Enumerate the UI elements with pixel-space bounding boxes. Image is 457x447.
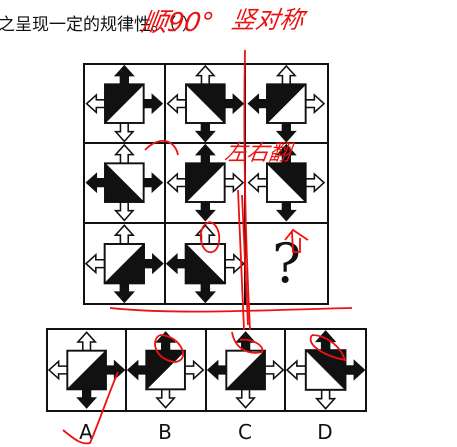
annotation-flip: 左右翻	[222, 141, 293, 166]
arrow-left-filled-icon	[85, 172, 106, 194]
option-d-label[interactable]: D	[310, 420, 340, 444]
figure-svg	[285, 330, 365, 410]
arrow-up-hollow-icon	[113, 223, 135, 245]
arrow-up-filled-icon	[234, 331, 256, 352]
arrow-right-filled-icon	[142, 172, 164, 194]
option-c-figure[interactable]	[206, 330, 286, 410]
figure-svg	[165, 223, 245, 303]
arrow-right-hollow-icon	[305, 93, 326, 115]
figure-svg	[127, 331, 205, 409]
arrow-down-filled-icon	[276, 201, 298, 222]
arrow-down-hollow-icon	[234, 388, 256, 409]
arrow-left-hollow-icon	[285, 359, 307, 381]
arrow-right-filled-icon	[143, 252, 164, 274]
option-b-figure[interactable]	[127, 330, 207, 410]
arrow-down-hollow-icon	[113, 122, 135, 143]
arrow-right-hollow-icon	[184, 359, 205, 381]
option-a-figure[interactable]	[48, 330, 128, 410]
arrow-right-hollow-icon	[263, 359, 284, 381]
arrow-up-hollow-icon	[194, 65, 216, 86]
arrow-down-hollow-icon	[314, 389, 337, 410]
arrow-right-hollow-icon	[223, 252, 245, 274]
option-b-label[interactable]: B	[150, 420, 180, 444]
grid-cell-3	[246, 65, 327, 145]
figure-svg	[85, 65, 164, 143]
grid-cell-7	[85, 223, 166, 303]
figure-svg	[166, 65, 244, 143]
grid-cell-8	[165, 223, 247, 303]
horizontal-red-line	[109, 307, 353, 313]
annotation-rotate: 顺90°	[139, 8, 216, 38]
arrow-right-filled-icon	[105, 359, 126, 381]
option-d-figure[interactable]	[285, 330, 365, 410]
arrow-left-filled-icon	[127, 359, 148, 381]
arrow-left-hollow-icon	[48, 359, 69, 381]
arrow-up-filled-icon	[155, 331, 177, 352]
arrow-right-hollow-icon	[305, 172, 326, 194]
arrow-down-filled-icon	[76, 388, 98, 409]
arrow-right-hollow-icon	[223, 172, 244, 194]
arrow-down-hollow-icon	[113, 201, 135, 222]
arrow-down-filled-icon	[194, 122, 216, 143]
grid-cell-2	[165, 65, 247, 145]
arrow-down-filled-icon	[194, 282, 216, 303]
arrow-left-filled-icon	[247, 93, 269, 115]
arrow-right-filled-icon	[344, 359, 365, 381]
arrow-left-hollow-icon	[247, 172, 269, 194]
question-mark: ?	[272, 231, 302, 295]
annotation-vertical-symmetry: 竖对称	[229, 6, 306, 34]
figure-svg	[206, 331, 284, 409]
figure-svg	[247, 65, 326, 143]
grid-cell-4	[85, 144, 166, 224]
arrow-right-filled-icon	[223, 93, 244, 115]
arrow-left-hollow-icon	[166, 172, 187, 194]
grid-cell-1	[85, 65, 166, 145]
arrow-left-hollow-icon	[85, 252, 106, 274]
arrow-up-hollow-icon	[76, 331, 98, 352]
puzzle-grid: ?	[83, 63, 329, 305]
grid-cell-unknown: ?	[246, 224, 327, 303]
answer-options	[46, 328, 367, 412]
arrow-left-hollow-icon	[85, 93, 106, 115]
arrow-left-filled-icon	[206, 359, 227, 381]
arrow-left-hollow-icon	[166, 93, 187, 115]
arrow-down-hollow-icon	[155, 388, 177, 409]
arrow-up-filled-icon	[314, 330, 337, 351]
arrow-down-filled-icon	[194, 201, 216, 222]
arrow-left-filled-icon	[165, 252, 187, 274]
arrow-down-filled-icon	[113, 282, 135, 303]
figure-svg	[85, 223, 164, 303]
option-c-label[interactable]: C	[230, 420, 260, 444]
arrow-up-hollow-icon	[194, 223, 216, 245]
arrow-right-filled-icon	[142, 93, 164, 115]
option-a-label[interactable]: A	[71, 420, 101, 444]
figure-svg	[48, 331, 126, 409]
arrow-up-filled-icon	[113, 65, 135, 86]
arrow-up-hollow-icon	[276, 65, 298, 86]
figure-svg	[85, 144, 164, 222]
arrow-up-filled-icon	[194, 144, 216, 165]
arrow-up-hollow-icon	[113, 144, 135, 165]
